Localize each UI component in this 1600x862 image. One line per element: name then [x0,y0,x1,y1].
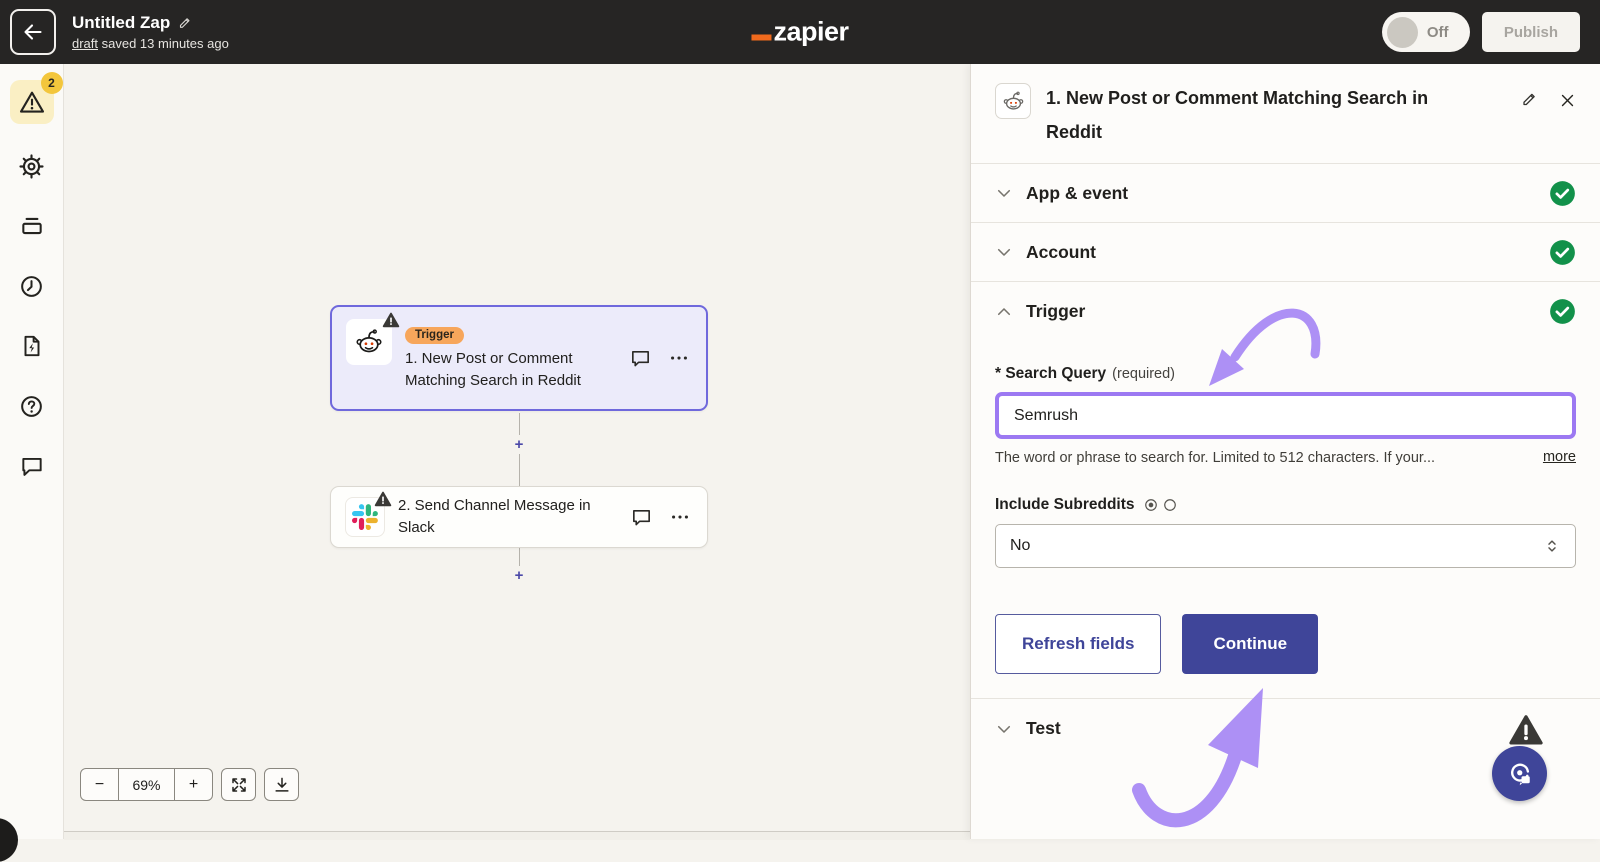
rename-step-button[interactable] [1521,90,1539,110]
zoom-level: 69% [118,769,175,800]
close-panel-button[interactable] [1559,90,1576,110]
reddit-icon [353,326,385,358]
expand-arrows-icon [229,775,249,795]
check-complete-icon [1549,239,1576,266]
steps-icon [19,213,45,239]
fit-view-button[interactable] [221,768,256,801]
pencil-icon [1521,91,1539,109]
copilot-icon [1505,759,1535,789]
download-button[interactable] [264,768,299,801]
add-step-button[interactable]: + [512,435,527,454]
chevron-down-icon [995,184,1013,202]
step-more-ellipsis-icon[interactable] [669,506,691,528]
search-query-annotation-box [995,392,1576,439]
search-query-label: * Search Query(required) [995,365,1576,383]
include-subreddits-select[interactable]: No [995,524,1576,568]
trigger-step-node[interactable]: Trigger 1. New Post or Comment Matching … [330,305,708,411]
document-lightning-icon [19,333,45,359]
gear-icon [18,153,45,180]
sidebar-item-settings[interactable] [10,144,54,188]
panel-header: 1. New Post or Comment Matching Search i… [971,64,1600,164]
sidebar-item-zap-runs[interactable] [10,324,54,368]
more-link[interactable]: more [1543,449,1576,465]
feedback-chat-icon [19,453,45,479]
search-query-input[interactable] [999,396,1572,435]
reddit-icon [1001,89,1026,114]
search-query-help-text: The word or phrase to search for. Limite… [995,449,1529,468]
trigger-section-body: * Search Query(required) The word or phr… [971,365,1600,674]
warning-count-badge: 2 [41,72,63,94]
add-step-button[interactable]: + [512,566,527,585]
reddit-app-icon-box [346,319,392,365]
zapier-logo-dash [751,35,771,41]
sidebar-item-warnings[interactable]: 2 [10,80,54,124]
section-trigger[interactable]: Trigger [971,282,1600,341]
zapier-logo: zapier [751,19,848,46]
step-more-ellipsis-icon[interactable] [668,347,690,369]
zoom-in-button[interactable]: + [175,769,212,800]
canvas-zoom-controls: − 69% + [80,768,299,801]
zoom-out-button[interactable]: − [81,769,118,800]
zap-title-block: Untitled Zap draft saved 13 minutes ago [72,13,229,51]
step-warning-badge-icon [382,311,400,329]
edit-title-pencil-icon[interactable] [178,16,193,31]
panel-step-title: 1. New Post or Comment Matching Search i… [1046,81,1464,149]
chevron-down-icon [995,720,1013,738]
warning-triangle-icon [1507,712,1545,748]
publish-button[interactable]: Publish [1482,12,1580,52]
sidebar-item-history[interactable] [10,264,54,308]
copilot-button[interactable] [1492,746,1547,801]
chevron-up-icon [995,303,1013,321]
sidebar-item-help[interactable] [10,384,54,428]
history-clock-icon [18,273,45,300]
help-question-icon [18,393,45,420]
back-arrow-icon [21,20,45,44]
zap-canvas[interactable]: + + Trigger 1. New Post or Comment Match… [64,64,970,839]
zap-title: Untitled Zap [72,13,170,33]
close-icon [1559,92,1576,109]
continue-button[interactable]: Continue [1182,614,1318,674]
step-comment-icon[interactable] [629,347,652,370]
include-subreddits-label: Include Subreddits [995,496,1135,514]
left-sidebar: 2 [0,64,64,839]
save-status: draft saved 13 minutes ago [72,36,229,51]
warning-icon [18,88,46,116]
sidebar-item-feedback[interactable] [10,444,54,488]
check-complete-icon [1549,180,1576,207]
sidebar-item-steps[interactable] [10,204,54,248]
select-chevrons-icon [1543,537,1561,555]
topbar: Untitled Zap draft saved 13 minutes ago … [0,0,1600,64]
slack-app-icon-box [345,497,385,537]
section-app-and-event[interactable]: App & event [971,164,1600,223]
step-warning-badge-icon [374,490,392,508]
toggle-label: Off [1427,24,1449,41]
download-icon [272,775,292,795]
toggle-knob [1387,17,1418,48]
check-complete-icon [1549,298,1576,325]
chevron-down-icon [995,243,1013,261]
refresh-fields-button[interactable]: Refresh fields [995,614,1161,674]
back-button[interactable] [10,9,56,55]
step-config-panel: 1. New Post or Comment Matching Search i… [970,64,1600,839]
step-comment-icon[interactable] [630,506,653,529]
zap-on-off-toggle[interactable]: Off [1382,12,1470,52]
action-step-node[interactable]: 2. Send Channel Message in Slack [330,486,708,548]
step-title: 1. New Post or Comment Matching Search i… [405,348,623,392]
step-title: 2. Send Channel Message in Slack [398,495,616,539]
trigger-badge: Trigger [405,327,464,344]
radio-unselected-icon[interactable] [1163,498,1177,512]
section-account[interactable]: Account [971,223,1600,282]
radio-selected-icon[interactable] [1144,498,1158,512]
reddit-app-icon-box [995,83,1031,119]
draft-link[interactable]: draft [72,36,98,51]
